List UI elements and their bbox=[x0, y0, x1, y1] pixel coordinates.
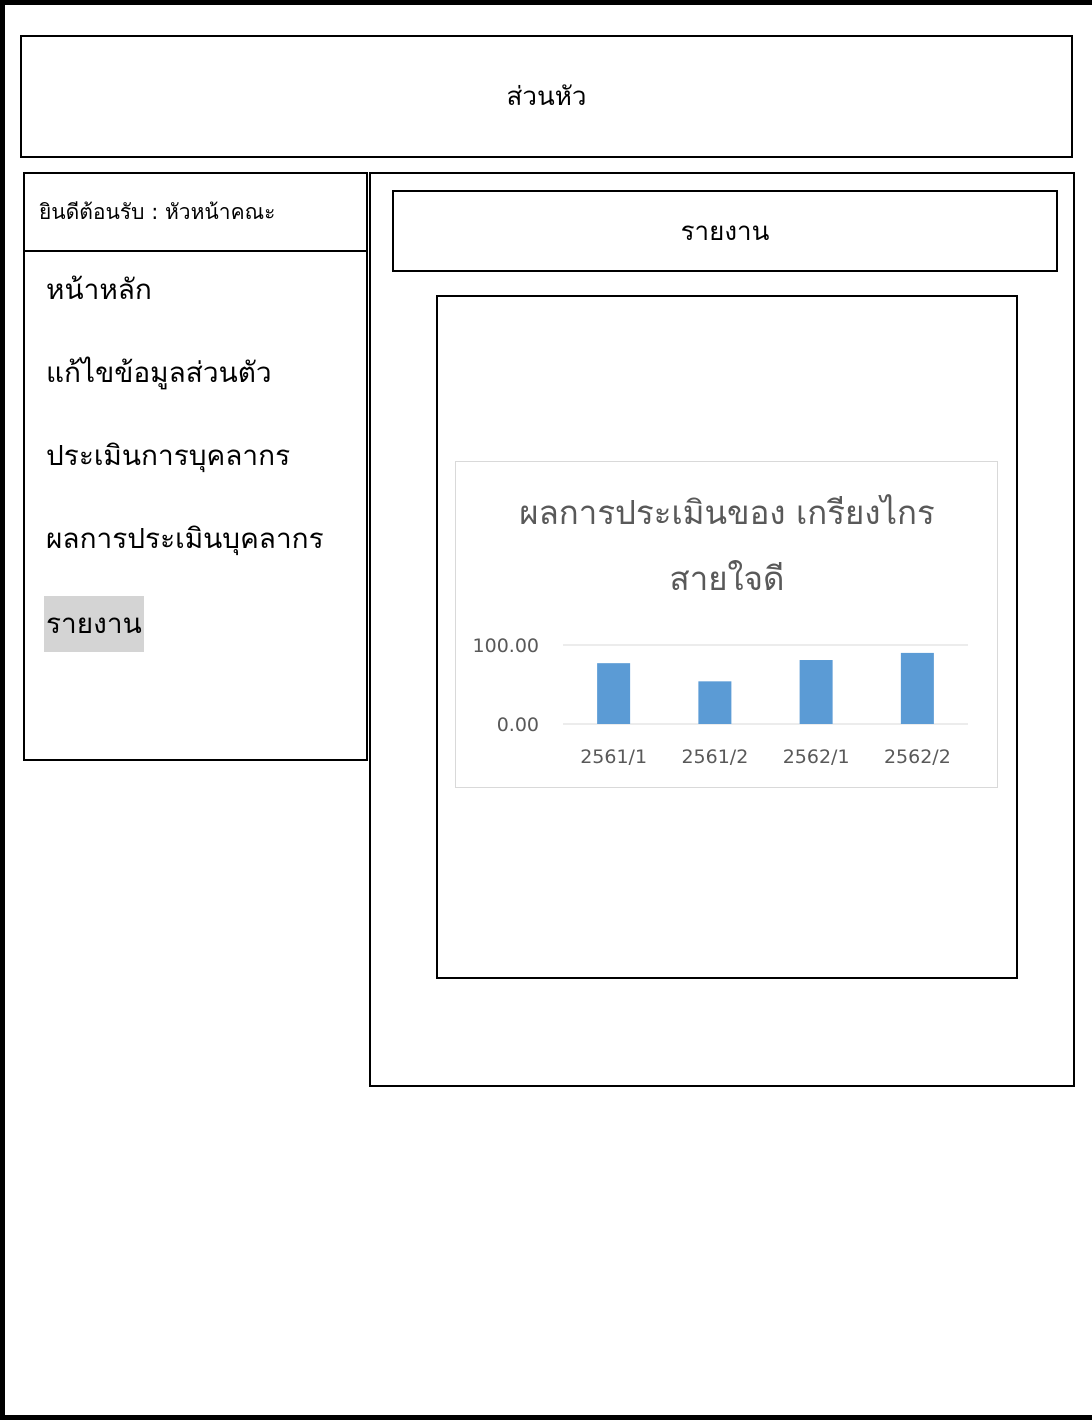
page-title-box: รายงาน bbox=[392, 190, 1058, 272]
welcome-box: ยินดีต้อนรับ : หัวหน้าคณะ bbox=[23, 172, 368, 252]
sidebar-item-evaluation-results[interactable]: ผลการประเมินบุคลากร bbox=[44, 511, 326, 567]
sidebar-item-home[interactable]: หน้าหลัก bbox=[44, 262, 154, 318]
welcome-text: ยินดีต้อนรับ : หัวหน้าคณะ bbox=[39, 199, 276, 224]
bar-chart: ผลการประเมินของ เกรียงไกร สายใจดี 0.00 10… bbox=[473, 493, 968, 768]
sidebar-item-edit-profile[interactable]: แก้ไขข้อมูลส่วนตัว bbox=[44, 345, 274, 401]
chart-container: ผลการประเมินของ เกรียงไกร สายใจดี 0.00 10… bbox=[455, 461, 998, 788]
sidebar-item-evaluate-personnel[interactable]: ประเมินการบุคลากร bbox=[44, 428, 292, 484]
y-tick-label: 100.00 bbox=[473, 635, 539, 657]
x-tick-label: 2562/2 bbox=[884, 746, 951, 768]
sidebar-item-report[interactable]: รายงาน bbox=[44, 596, 144, 652]
sidebar-menu: หน้าหลัก แก้ไขข้อมูลส่วนตัว ประเมินการบุ… bbox=[23, 250, 368, 761]
header-section: ส่วนหัว bbox=[20, 35, 1073, 158]
x-tick-label: 2561/1 bbox=[580, 746, 647, 768]
x-tick-label: 2562/1 bbox=[783, 746, 850, 768]
chart-title-line-2: สายใจดี bbox=[670, 559, 785, 598]
bar bbox=[597, 663, 631, 724]
bar bbox=[799, 660, 833, 724]
bar bbox=[698, 681, 732, 724]
bar bbox=[900, 652, 934, 724]
chart-title-line-1: ผลการประเมินของ เกรียงไกร bbox=[519, 493, 935, 532]
y-tick-label: 0.00 bbox=[497, 714, 539, 736]
x-tick-label: 2561/2 bbox=[681, 746, 748, 768]
page-title: รายงาน bbox=[680, 216, 770, 247]
header-label: ส่วนหัว bbox=[506, 82, 587, 112]
